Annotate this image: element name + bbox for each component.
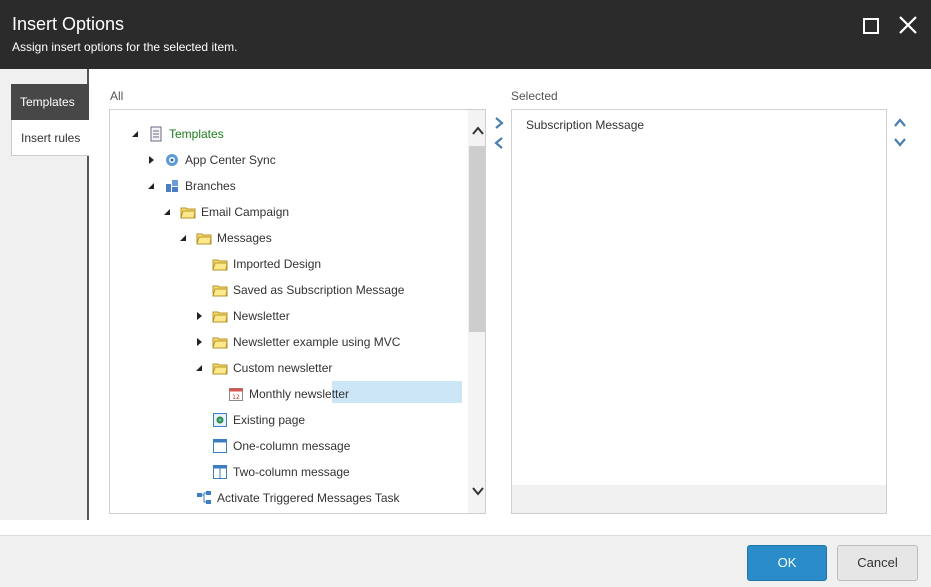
tree-node-label: Email Campaign bbox=[201, 205, 290, 219]
calendar-icon: 12 bbox=[229, 388, 243, 401]
move-up-icon[interactable] bbox=[893, 117, 907, 129]
selected-item[interactable]: Subscription Message bbox=[526, 118, 644, 132]
tree-node-label: Messages bbox=[217, 231, 272, 245]
all-label: All bbox=[110, 89, 124, 103]
svg-text:12: 12 bbox=[232, 394, 240, 401]
dialog-subtitle: Assign insert options for the selected i… bbox=[12, 40, 238, 54]
all-options-panel: Templates App Center Sync Branches Email… bbox=[109, 109, 486, 514]
folder-icon bbox=[212, 311, 228, 323]
ok-button[interactable]: OK bbox=[747, 545, 827, 581]
branch-icon bbox=[166, 180, 178, 192]
tab-rail: Templates Insert rules bbox=[0, 69, 89, 520]
cancel-button[interactable]: Cancel bbox=[837, 545, 918, 581]
tree-node-label: Existing page bbox=[233, 413, 306, 427]
folder-icon bbox=[212, 259, 228, 271]
dialog-header: Insert Options Assign insert options for… bbox=[0, 0, 931, 69]
remove-from-selected-icon[interactable] bbox=[493, 136, 505, 150]
folder-icon bbox=[196, 233, 212, 245]
tree-node-label: Newsletter bbox=[233, 309, 290, 323]
scroll-up-icon[interactable] bbox=[471, 124, 485, 138]
tree-scrollbar-thumb[interactable] bbox=[469, 146, 485, 332]
tree-node-label: Templates bbox=[169, 127, 224, 141]
collapsed-arrow-icon[interactable] bbox=[149, 156, 154, 164]
move-down-icon[interactable] bbox=[893, 136, 907, 148]
tree-node-label: Imported Design bbox=[233, 257, 322, 271]
sync-icon bbox=[166, 154, 178, 166]
dialog-title: Insert Options bbox=[12, 14, 125, 34]
selected-panel-footer bbox=[512, 485, 886, 513]
tree-node-label: Activate Triggered Messages Task bbox=[217, 491, 400, 505]
tree-node-label: Branches bbox=[185, 179, 236, 193]
expanded-arrow-icon[interactable] bbox=[196, 365, 202, 371]
tree-node-label: App Center Sync bbox=[185, 153, 276, 167]
tab-templates[interactable]: Templates bbox=[11, 84, 89, 120]
tree-selection-highlight bbox=[332, 381, 462, 403]
two-column-icon bbox=[213, 465, 227, 479]
folder-icon bbox=[212, 337, 228, 349]
page-icon bbox=[213, 413, 227, 427]
expanded-arrow-icon[interactable] bbox=[180, 235, 186, 241]
expanded-arrow-icon[interactable] bbox=[132, 131, 138, 137]
task-icon bbox=[197, 491, 211, 504]
tree-node-label: Custom newsletter bbox=[233, 361, 333, 375]
tree-node-label: Newsletter example using MVC bbox=[233, 335, 401, 349]
template-icon bbox=[150, 126, 162, 142]
template-tree: Templates App Center Sync Branches Email… bbox=[110, 110, 468, 513]
scroll-down-icon[interactable] bbox=[471, 484, 485, 498]
tree-node-label: One-column message bbox=[233, 439, 351, 453]
close-icon[interactable] bbox=[897, 14, 919, 36]
add-to-selected-icon[interactable] bbox=[493, 116, 505, 130]
tree-node-label: Two-column message bbox=[233, 465, 350, 479]
expanded-arrow-icon[interactable] bbox=[164, 209, 170, 215]
expanded-arrow-icon[interactable] bbox=[148, 183, 154, 189]
collapsed-arrow-icon[interactable] bbox=[197, 312, 202, 320]
one-column-icon bbox=[213, 439, 227, 453]
selected-label: Selected bbox=[511, 89, 558, 103]
maximize-icon[interactable] bbox=[863, 18, 879, 34]
tab-insert-rules[interactable]: Insert rules bbox=[11, 120, 89, 156]
tree-node-label: Saved as Subscription Message bbox=[233, 283, 405, 297]
folder-icon bbox=[212, 363, 228, 375]
folder-icon bbox=[180, 207, 196, 219]
folder-icon bbox=[212, 285, 228, 297]
collapsed-arrow-icon[interactable] bbox=[197, 338, 202, 346]
tree-node-label: Monthly newsletter bbox=[249, 387, 350, 401]
dialog-footer: OK Cancel bbox=[0, 535, 931, 587]
selected-options-panel: Subscription Message bbox=[511, 109, 887, 514]
